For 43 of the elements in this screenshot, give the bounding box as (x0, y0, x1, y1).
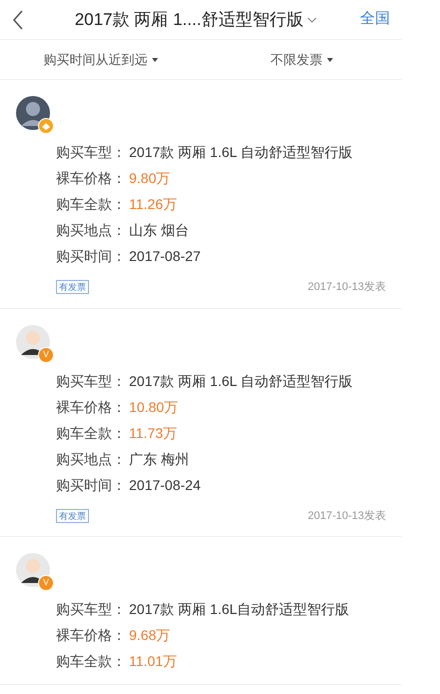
field-value: 11.26万 (129, 195, 177, 214)
filter-dropdown[interactable]: 不限发票 (201, 50, 402, 70)
post-date: 2017-10-13发表 (308, 280, 386, 295)
model-selector[interactable]: 2017款 两厢 1....舒适型智行版 (40, 6, 352, 32)
field-value: 10.80万 (129, 398, 178, 416)
field-label: 购买车型： (56, 600, 127, 619)
field-value: 2017款 两厢 1.6L 自动舒适型智行版 (129, 372, 353, 390)
region-button[interactable]: 全国 (360, 8, 390, 31)
field-label: 购车全款： (56, 424, 127, 442)
badge-icon (38, 118, 54, 134)
avatar-icon (16, 553, 50, 587)
field-label: 购买时间： (56, 476, 127, 494)
field-value: 山东 烟台 (129, 221, 189, 240)
invoice-tag: 有发票 (56, 508, 89, 523)
caret-icon (326, 58, 332, 62)
field-label: 购买地点： (56, 450, 127, 468)
field-label: 裸车价格： (56, 626, 127, 645)
field-label: 购买时间： (56, 247, 127, 266)
filter-dropdown[interactable]: 购买时间从近到远 (0, 50, 201, 70)
field-value: 2017款 两厢 1.6L自动舒适型智行版 (129, 600, 350, 619)
field-label: 购买地点： (56, 221, 127, 240)
field-value: 11.73万 (129, 424, 177, 442)
chevron-down-icon (307, 16, 318, 22)
caret-icon (152, 58, 158, 62)
field-value: 广东 梅州 (129, 450, 189, 468)
field-label: 购买车型： (56, 372, 127, 390)
vip-badge: V (38, 575, 54, 591)
field-label: 裸车价格： (56, 169, 127, 188)
field-value: 2017款 两厢 1.6L 自动舒适型智行版 (129, 143, 353, 162)
field-label: 购买车型： (56, 143, 127, 162)
field-label: 购车全款： (56, 652, 127, 671)
back-icon[interactable] (12, 10, 24, 30)
field-value: 9.68万 (129, 626, 170, 645)
post-date: 2017-10-13发表 (308, 508, 386, 524)
field-value: 2017-08-27 (129, 247, 201, 266)
avatar-icon (16, 324, 50, 358)
vip-badge: V (38, 346, 54, 362)
invoice-tag: 有发票 (56, 280, 89, 294)
field-label: 购车全款： (56, 195, 127, 214)
field-value: 11.01万 (129, 652, 177, 671)
field-label: 裸车价格： (56, 398, 127, 416)
field-value: 9.80万 (129, 169, 170, 188)
field-value: 2017-08-24 (129, 476, 201, 494)
